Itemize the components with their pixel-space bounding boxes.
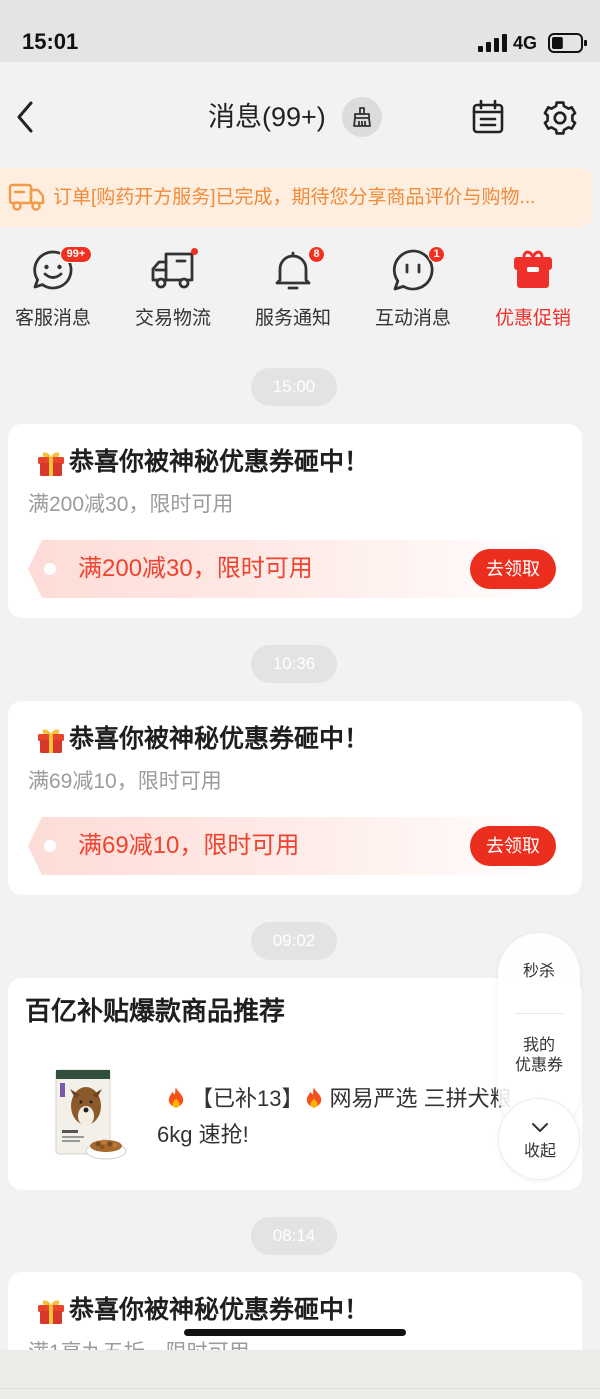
timestamp: 15:00 xyxy=(251,368,337,406)
coupon-strip: 满200减30，限时可用 去领取 xyxy=(28,540,558,598)
fire-icon xyxy=(167,1086,185,1108)
category-label: 客服消息 xyxy=(14,308,91,329)
chevron-down-icon xyxy=(530,1122,550,1134)
my-coupons-label: 我的 xyxy=(522,1037,555,1054)
order-notification-banner[interactable]: 订单[购药开方服务]已完成，期待您分享商品评价与购物... xyxy=(0,168,592,227)
calendar-button[interactable] xyxy=(470,99,506,135)
category-customer-service[interactable]: 99+ 客服消息 xyxy=(3,240,103,332)
back-button[interactable] xyxy=(12,99,40,135)
home-indicator[interactable] xyxy=(184,1329,406,1336)
collapse-button[interactable]: 收起 xyxy=(498,1098,580,1180)
dog-food-bag-image[interactable] xyxy=(48,1068,128,1162)
message-title: 百亿补贴爆款商品推荐 xyxy=(25,996,286,1026)
truck-icon xyxy=(8,180,46,214)
gift-icon xyxy=(35,1294,67,1326)
message-subtitle: 满200减30，限时可用 xyxy=(28,493,234,516)
calendar-icon xyxy=(472,99,504,134)
divider xyxy=(0,1388,600,1389)
signal-icon xyxy=(478,34,508,52)
coupon-message-card[interactable]: 恭喜你被神秘优惠券砸中！ 满200减30，限时可用 满200减30，限时可用 去… xyxy=(8,424,582,618)
clear-unread-button[interactable] xyxy=(342,97,382,137)
chevron-left-icon xyxy=(17,101,33,133)
status-bar: 15:01 4G xyxy=(0,0,600,62)
timestamp: 09:02 xyxy=(251,922,337,960)
category-label: 服务通知 xyxy=(254,308,331,329)
status-time: 15:01 xyxy=(22,29,79,54)
coupon-text: 满69减10，限时可用 xyxy=(78,832,300,859)
timestamp: 08:14 xyxy=(251,1217,337,1255)
product-line: 【已补13】 网易严选 三拼犬粮 xyxy=(165,1081,512,1113)
banner-text: 订单[购药开方服务]已完成，期待您分享商品评价与购物... xyxy=(53,187,536,208)
coupon-text: 满200减30，限时可用 xyxy=(78,555,313,582)
category-service-notice[interactable]: 8 服务通知 xyxy=(243,240,343,332)
coupon-strip: 满69减10，限时可用 去领取 xyxy=(28,817,558,875)
timestamp: 10:36 xyxy=(251,645,337,683)
category-logistics[interactable]: 交易物流 xyxy=(123,240,223,332)
message-title: 恭喜你被神秘优惠券砸中！ xyxy=(69,725,370,753)
broom-icon xyxy=(353,107,371,127)
gift-icon xyxy=(35,723,67,755)
collapse-label: 收起 xyxy=(523,1143,556,1160)
divider xyxy=(515,1013,563,1014)
page-title: 消息(99+) xyxy=(208,102,326,132)
message-title: 恭喜你被神秘优惠券砸中！ xyxy=(69,1296,370,1324)
fire-icon xyxy=(305,1086,323,1108)
category-promotions[interactable]: 优惠促销 xyxy=(483,240,583,332)
claim-coupon-button[interactable]: 去领取 xyxy=(470,549,556,589)
my-coupons-label: 优惠券 xyxy=(514,1057,563,1074)
unread-dot xyxy=(191,248,198,255)
unread-badge: 8 xyxy=(308,246,325,263)
flash-sale-link[interactable]: 秒杀 xyxy=(498,960,580,984)
messages-page: 15:01 4G 消息(99+) 订单[购药开方服务]已完成，期待您分享商品评价… xyxy=(0,0,600,1399)
category-label: 互动消息 xyxy=(374,308,451,329)
battery-icon xyxy=(548,33,588,53)
claim-coupon-button[interactable]: 去领取 xyxy=(470,826,556,866)
coupon-message-card[interactable]: 恭喜你被神秘优惠券砸中！ 满69减10，限时可用 满69减10，限时可用 去领取 xyxy=(8,701,582,895)
gear-icon xyxy=(543,101,577,135)
product-message-card[interactable]: 百亿补贴爆款商品推荐 【已补13】 网易严选 三拼犬粮 6kg 速抢! xyxy=(8,978,582,1190)
gift-icon xyxy=(35,446,67,478)
subsidy-tag: 【已补13】 xyxy=(191,1086,304,1111)
my-coupons-link[interactable]: 我的 优惠券 xyxy=(498,1036,580,1076)
unread-badge: 1 xyxy=(428,246,445,263)
unread-badge: 99+ xyxy=(60,246,92,263)
category-interaction[interactable]: 1 互动消息 xyxy=(363,240,463,332)
network-type: 4G xyxy=(513,33,538,53)
settings-button[interactable] xyxy=(541,99,579,137)
gift-box-icon xyxy=(507,244,559,296)
product-name-continued: 6kg 速抢! xyxy=(157,1122,249,1147)
message-title: 恭喜你被神秘优惠券砸中！ xyxy=(69,448,370,476)
product-name: 网易严选 三拼犬粮 xyxy=(329,1086,512,1111)
coupon-dot xyxy=(44,563,56,575)
coupon-dot xyxy=(44,840,56,852)
category-label: 优惠促销 xyxy=(494,308,571,329)
bottom-bar xyxy=(0,1350,600,1399)
category-label: 交易物流 xyxy=(134,308,211,329)
message-subtitle: 满69减10，限时可用 xyxy=(28,770,222,793)
